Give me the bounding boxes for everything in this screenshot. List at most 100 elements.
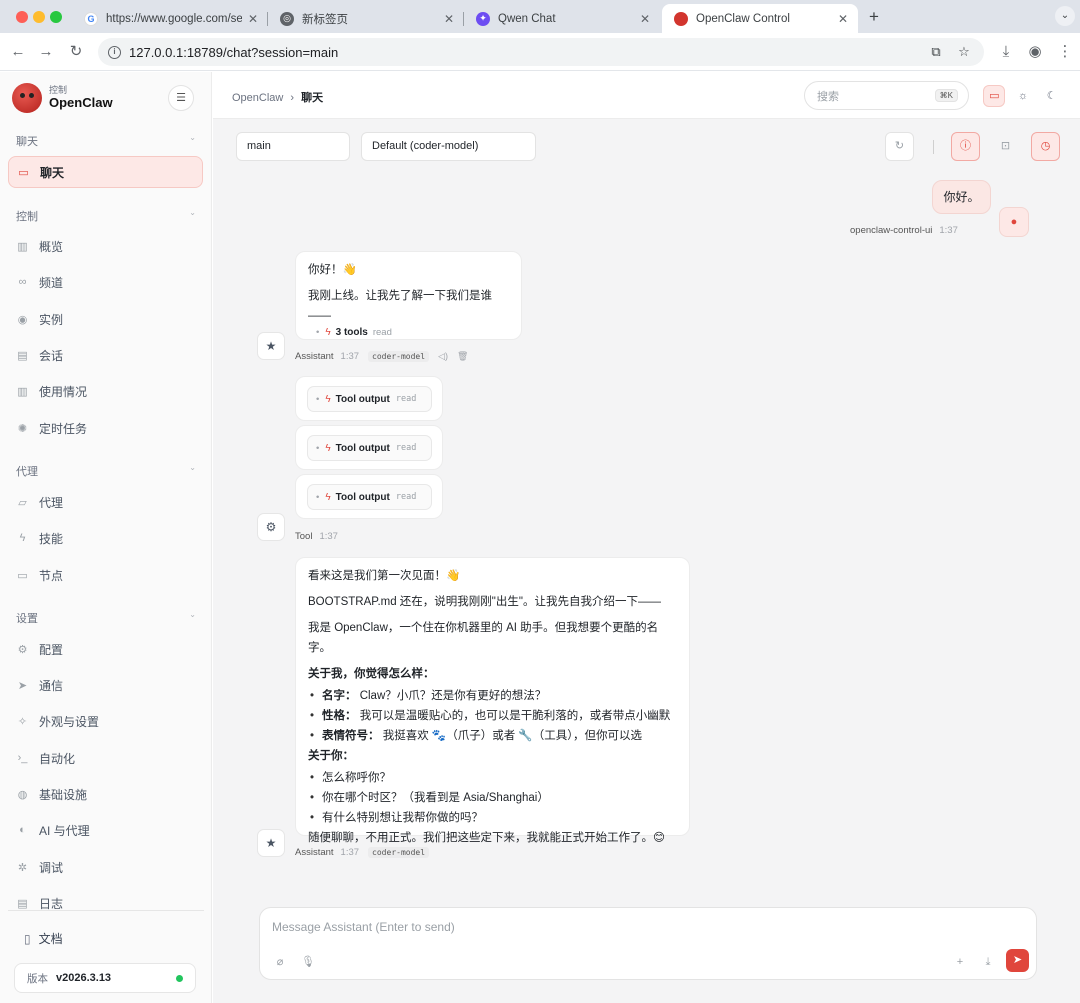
address-bar[interactable]: i 127.0.0.1:18789/chat?session=main ⧉ ☆ bbox=[98, 38, 984, 66]
bullet-icon: • bbox=[316, 442, 320, 454]
section-chat[interactable]: 聊天 ⌄ bbox=[16, 133, 196, 149]
sidebar-item-comms[interactable]: ➤ 通信 bbox=[8, 669, 203, 701]
sun-icon[interactable]: ☼ bbox=[1012, 85, 1034, 107]
sidebar-item-label: 基础设施 bbox=[39, 787, 88, 802]
model-select[interactable]: Default (coder-model) bbox=[361, 132, 536, 161]
sidebar-item-logs[interactable]: ▤ 日志 bbox=[8, 887, 203, 919]
translate-icon[interactable]: ⧉ bbox=[926, 42, 946, 62]
breadcrumb-root[interactable]: OpenClaw bbox=[232, 92, 283, 104]
sidebar-item-overview[interactable]: ▥ 概览 bbox=[8, 230, 203, 262]
sidebar-item-chat[interactable]: ▭ 聊天 bbox=[8, 156, 203, 188]
lightning-icon: ϟ bbox=[325, 393, 331, 405]
sidebar-item-automation[interactable]: ›_ 自动化 bbox=[8, 742, 203, 774]
tab-search-button[interactable]: ⌄ bbox=[1055, 6, 1075, 26]
user-message-bubble: 你好。 bbox=[932, 180, 991, 214]
openclaw-icon bbox=[674, 11, 688, 26]
tool-output-chip[interactable]: • ϟ Tool output read bbox=[307, 435, 432, 461]
bookmark-star-icon[interactable]: ☆ bbox=[954, 42, 974, 62]
plus-icon[interactable]: + bbox=[951, 953, 969, 971]
tool-output-chip[interactable]: • ϟ Tool output read bbox=[307, 386, 432, 412]
browser-tab-qwen[interactable]: ✦ Qwen Chat ✕ bbox=[464, 4, 660, 33]
close-icon[interactable]: ✕ bbox=[248, 12, 258, 26]
tool-output-kind: read bbox=[395, 443, 417, 453]
link-icon: ∞ bbox=[18, 276, 27, 288]
sidebar-item-label: 节点 bbox=[39, 568, 64, 583]
reload-icon[interactable]: ↻ bbox=[66, 42, 86, 62]
message-composer[interactable]: Message Assistant (Enter to send) ⌀ 🎙 + … bbox=[259, 907, 1037, 980]
trash-icon[interactable]: 🗑 bbox=[457, 351, 468, 362]
sidebar-item-instances[interactable]: ◉ 实例 bbox=[8, 303, 203, 335]
chevron-down-icon: ⌄ bbox=[189, 463, 196, 472]
forward-arrow-icon[interactable]: → bbox=[36, 42, 56, 62]
section-label: 聊天 bbox=[16, 136, 38, 148]
brand[interactable]: 控制 OpenClaw bbox=[12, 82, 113, 114]
section-control[interactable]: 控制 ⌄ bbox=[16, 208, 196, 224]
microphone-icon[interactable]: 🎙 bbox=[299, 953, 317, 971]
sidebar-item-infra[interactable]: ◍ 基础设施 bbox=[8, 778, 203, 810]
focus-icon[interactable]: ⊡ bbox=[991, 132, 1020, 161]
message-line: 我刚上线。让我先了解一下我们是谁—— bbox=[308, 290, 492, 322]
sidebar-item-skills[interactable]: ϟ 技能 bbox=[8, 522, 203, 554]
assistant-message-bubble: 看来这是我们第一次见面！👋 BOOTSTRAP.md 还在，说明我刚刚"出生"。… bbox=[295, 557, 690, 844]
sidebar-item-label: 自动化 bbox=[39, 751, 76, 766]
about-me-list: 名字： Claw？小爪？还是你有更好的想法？ 性格： 我可以是温暖贴心的，也可以… bbox=[308, 686, 677, 746]
window-minimize-button[interactable] bbox=[33, 11, 45, 23]
tools-summary[interactable]: • ϟ 3 tools read bbox=[308, 327, 509, 338]
sidebar-item-channels[interactable]: ∞ 频道 bbox=[8, 266, 203, 298]
sidebar-item-appearance[interactable]: ✧ 外观与设置 bbox=[8, 705, 203, 737]
search-input[interactable]: 搜索 ⌘K bbox=[804, 81, 969, 110]
sidebar-item-label: 调试 bbox=[39, 860, 64, 875]
send-button[interactable]: ➤ bbox=[1006, 949, 1029, 972]
breadcrumb-current: 聊天 bbox=[301, 92, 324, 104]
sidebar-collapse-button[interactable]: ☰ bbox=[168, 85, 194, 111]
sidebar-item-label: 定时任务 bbox=[39, 421, 88, 436]
browser-tab-google[interactable]: G https://www.google.com/sear ✕ bbox=[72, 4, 268, 33]
more-menu-icon[interactable]: ⋮ bbox=[1055, 42, 1075, 62]
section-agent[interactable]: 代理 ⌄ bbox=[16, 463, 196, 479]
tool-output-chip[interactable]: • ϟ Tool output read bbox=[307, 484, 432, 510]
download-icon[interactable]: ⤓ bbox=[996, 42, 1016, 62]
close-icon[interactable]: ✕ bbox=[838, 12, 848, 26]
brain-toggle-icon[interactable]: ⓘ bbox=[951, 132, 980, 161]
sidebar: 控制 OpenClaw ☰ 聊天 ⌄ ▭ 聊天 控制 ⌄ ▥ 概览 ∞ 频道 ◉ 实例 ▤ 会… bbox=[0, 72, 212, 1003]
moon-icon[interactable]: ☾ bbox=[1041, 85, 1063, 107]
attach-paperclip-icon[interactable]: ⌀ bbox=[271, 953, 289, 971]
sidebar-item-sessions[interactable]: ▤ 会话 bbox=[8, 339, 203, 371]
sidebar-item-usage[interactable]: ▥ 使用情况 bbox=[8, 375, 203, 407]
openclaw-logo-icon bbox=[12, 83, 42, 113]
close-icon[interactable]: ✕ bbox=[640, 12, 650, 26]
monitor-icon[interactable]: ▭ bbox=[983, 84, 1006, 107]
chevron-down-icon: ⌄ bbox=[189, 133, 196, 142]
browser-tab-newtab[interactable]: ◎ 新标签页 ✕ bbox=[268, 4, 464, 33]
back-arrow-icon[interactable]: ← bbox=[8, 42, 28, 62]
sidebar-item-ai-agents[interactable]: ◐ AI 与代理 bbox=[8, 814, 203, 846]
message-input[interactable]: Message Assistant (Enter to send) bbox=[272, 920, 455, 934]
session-select[interactable]: main bbox=[236, 132, 350, 161]
sidebar-item-config[interactable]: ⚙ 配置 bbox=[8, 633, 203, 665]
sidebar-item-debug[interactable]: ✲ 调试 bbox=[8, 851, 203, 883]
clock-icon[interactable]: ◷ bbox=[1031, 132, 1060, 161]
sidebar-item-label: 通信 bbox=[39, 678, 64, 693]
url-text[interactable]: 127.0.0.1:18789/chat?session=main bbox=[129, 45, 338, 60]
window-zoom-button[interactable] bbox=[50, 11, 62, 23]
sidebar-item-agents[interactable]: ▱ 代理 bbox=[8, 486, 203, 518]
site-info-icon[interactable]: i bbox=[108, 45, 121, 59]
sidebar-item-docs[interactable]: ▯ 文档 bbox=[24, 930, 63, 947]
sidebar-item-nodes[interactable]: ▭ 节点 bbox=[8, 559, 203, 591]
browser-tab-openclaw[interactable]: OpenClaw Control ✕ bbox=[662, 4, 858, 33]
section-settings[interactable]: 设置 ⌄ bbox=[16, 610, 196, 626]
tab-title: Qwen Chat bbox=[498, 12, 556, 25]
message-paragraph: BOOTSTRAP.md 还在，说明我刚刚"出生"。让我先自我介绍一下—— bbox=[308, 596, 661, 608]
lightning-icon: ϟ bbox=[325, 327, 331, 338]
window-close-button[interactable] bbox=[16, 11, 28, 23]
refresh-icon[interactable]: ↻ bbox=[885, 132, 914, 161]
speaker-icon[interactable]: ◁) bbox=[438, 351, 448, 362]
sidebar-item-label: 日志 bbox=[39, 896, 64, 911]
tool-output-card: • ϟ Tool output read bbox=[295, 425, 443, 470]
sidebar-item-cron[interactable]: ✺ 定时任务 bbox=[8, 412, 203, 444]
new-tab-button[interactable]: + bbox=[864, 7, 884, 27]
tool-output-label: Tool output bbox=[335, 491, 390, 503]
profile-icon[interactable]: ◉ bbox=[1025, 42, 1045, 62]
close-icon[interactable]: ✕ bbox=[444, 12, 454, 26]
download-icon[interactable]: ⤓ bbox=[979, 953, 997, 971]
